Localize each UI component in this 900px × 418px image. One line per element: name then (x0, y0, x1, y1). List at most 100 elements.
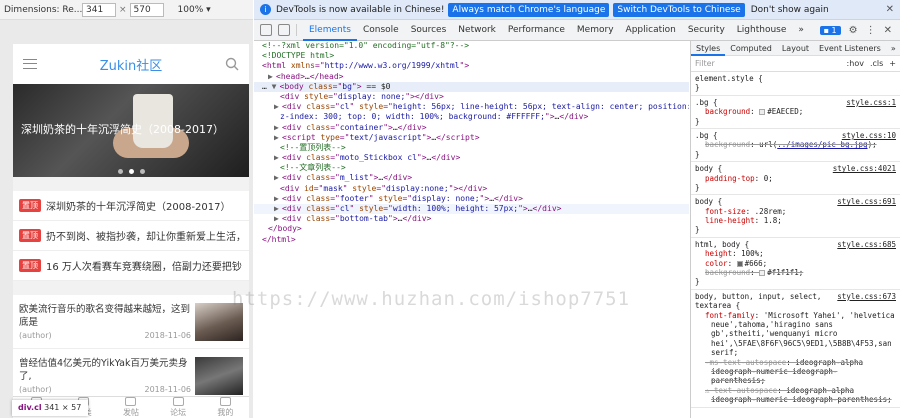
close-icon[interactable]: ✕ (886, 4, 894, 15)
tab-label: 发帖 (122, 408, 139, 417)
tab-application[interactable]: Application (620, 20, 682, 41)
article-item[interactable]: 欧美流行音乐的歌名变得越来越短，这到底是 (author) 2018-11-06 (13, 295, 249, 349)
dom-node[interactable]: ▶ <div class="footer" style="display: non… (254, 194, 689, 204)
dom-node[interactable]: <!DOCTYPE html> (254, 51, 689, 61)
zoom-select[interactable]: 100% ▾ (178, 5, 211, 15)
css-rule[interactable]: body, button, input, select, style.css:67… (691, 290, 900, 408)
css-rule[interactable]: body {style.css:4021 padding-top: 0; } (691, 162, 900, 196)
dom-node[interactable]: <div style="display: none;"></div> (254, 92, 689, 102)
dont-show-again-button[interactable]: Don't show again (751, 5, 829, 15)
more-tabs-icon[interactable]: » (886, 41, 900, 56)
tab-computed[interactable]: Computed (725, 41, 777, 56)
tab-sources[interactable]: Sources (405, 20, 453, 41)
carousel-dot[interactable] (139, 169, 145, 174)
banner-slide[interactable]: 深圳奶茶的十年沉浮简史（2008-2017） (13, 84, 249, 177)
inspect-element-icon[interactable] (260, 24, 272, 36)
css-rule-element-style[interactable]: element.style { } (691, 72, 900, 96)
expand-triangle-icon: ▶ (274, 204, 279, 213)
dom-node[interactable]: </body> (254, 224, 689, 234)
article-title: 曾经估值4亿美元的YikYak百万美元卖身了, (19, 358, 188, 382)
dom-node[interactable]: ▶ <script type="text/javascript">…</scrip… (254, 133, 689, 143)
add-rule-icon[interactable]: + (889, 59, 896, 68)
close-devtools-icon[interactable]: ✕ (884, 25, 892, 36)
dom-node[interactable]: <!--置顶列表--> (254, 143, 689, 153)
css-rule[interactable]: .bg {style.css:1 background: #EAECED; } (691, 96, 900, 129)
dom-node[interactable]: <!--文章列表--> (254, 163, 689, 173)
dom-node[interactable]: ▶ <div class="cl" style="height: 56px; li… (254, 102, 689, 112)
carousel-dots (13, 169, 249, 174)
switch-to-chinese-button[interactable]: Switch DevTools to Chinese (613, 2, 745, 17)
css-rule[interactable]: html, body {style.css:685 height: 100%; … (691, 238, 900, 290)
sticky-title: 扔不到岗、被指抄袭，却让你重新爱上生活， (46, 232, 243, 243)
tab-layout[interactable]: Layout (777, 41, 814, 56)
tab-console[interactable]: Console (357, 20, 405, 41)
dom-node-hovered[interactable]: ▶ <div class="cl" style="width: 100%; hei… (254, 204, 689, 215)
expand-triangle-icon: ▶ (274, 173, 279, 183)
sticky-item[interactable]: 置顶 扔不到岗、被指抄袭，却让你重新爱上生活， (13, 221, 249, 251)
page-header: Zukin社区 (13, 44, 249, 84)
always-match-language-button[interactable]: Always match Chrome's language (448, 2, 610, 17)
device-toolbar-icon[interactable] (278, 24, 290, 36)
sticky-item[interactable]: 置顶 深圳奶茶的十年沉浮简史（2008-2017） (13, 191, 249, 221)
tab-me[interactable]: 我的 (217, 397, 233, 418)
gear-icon[interactable]: ⚙ (849, 25, 858, 36)
expand-triangle-icon: ▶ (274, 214, 279, 224)
dom-node-selected[interactable]: … ▼ <body class="bg"> == $0 (254, 81, 689, 92)
styles-filter-bar: Filter :hov .cls + (691, 56, 900, 72)
dom-node[interactable]: <div id="mask" style="display:none;"></d… (254, 184, 689, 194)
dom-node[interactable]: <!--?xml version="1.0" encoding="utf-8"?… (254, 41, 689, 51)
banner-image-cup (133, 94, 173, 148)
class-toggle[interactable]: .cls (870, 59, 883, 68)
expand-triangle-icon: ▶ (274, 153, 279, 163)
tab-forum[interactable]: 论坛 (170, 397, 186, 418)
sticky-item[interactable]: 置顶 16 万人次看赛车竞赛绕圈，倍副力还要把钞 (13, 251, 249, 281)
tab-memory[interactable]: Memory (571, 20, 620, 41)
styles-filter-input[interactable]: Filter (695, 59, 841, 68)
tab-network[interactable]: Network (452, 20, 502, 41)
article-item[interactable]: 曾经估值4亿美元的YikYak百万美元卖身了, (author) 2018-11… (13, 349, 249, 403)
times-icon: × (119, 4, 127, 15)
tab-label: 我的 (217, 408, 234, 417)
carousel-dot[interactable] (117, 169, 123, 174)
tab-styles[interactable]: Styles (691, 41, 726, 56)
css-rule[interactable]: .bg {style.css:10 background: url(../ima… (691, 129, 900, 163)
article-meta: (author) 2018-11-06 (19, 331, 191, 340)
expand-triangle-icon: ▶ (268, 71, 273, 81)
devtools-tab-bar: Elements Console Sources Network Perform… (254, 20, 900, 41)
divider (296, 24, 297, 36)
expand-triangle-icon: ▶ (274, 132, 279, 142)
messages-badge[interactable]: ▪ 1 (819, 25, 841, 35)
elements-dom-tree[interactable]: <!--?xml version="1.0" encoding="utf-8"?… (254, 41, 689, 418)
tab-elements[interactable]: Elements (303, 20, 357, 41)
dom-node[interactable]: ▶ <div class="container">…</div> (254, 123, 689, 133)
dom-node[interactable]: ▶ <div class="moto_Stickbox cl">…</div> (254, 153, 689, 163)
article-meta: (author) 2018-11-06 (19, 385, 191, 394)
height-input[interactable]: 570 (129, 2, 164, 17)
search-icon[interactable] (225, 57, 239, 71)
post-icon (125, 397, 137, 406)
css-rule[interactable]: body {style.css:691 font-size: .28rem; l… (691, 195, 900, 238)
hover-state-toggle[interactable]: :hov (847, 59, 864, 68)
sticky-badge: 置顶 (19, 229, 41, 242)
dom-node[interactable]: <html xmlns="http://www.w3.org/1999/xhtm… (254, 61, 689, 71)
menu-icon[interactable] (23, 59, 37, 69)
watermark: https://www.huzhan.com/ishop7751 (232, 288, 631, 310)
tab-performance[interactable]: Performance (502, 20, 571, 41)
kebab-menu-icon[interactable]: ⋮ (866, 25, 876, 36)
styles-subtabs: Styles Computed Layout Event Listeners » (691, 41, 900, 56)
more-tabs-icon[interactable]: » (792, 20, 810, 41)
article-date: 2018-11-06 (144, 385, 192, 394)
dom-node[interactable]: z-index: 300; top: 0; width: 100%; backg… (254, 112, 689, 122)
tab-security[interactable]: Security (682, 20, 731, 41)
info-icon: i (260, 4, 271, 15)
dom-node[interactable]: </html> (254, 235, 689, 245)
tab-post[interactable]: 发帖 (123, 397, 139, 418)
dom-node[interactable]: ▶ <head>…</head> (254, 72, 689, 82)
tab-lighthouse[interactable]: Lighthouse (731, 20, 793, 41)
dom-node[interactable]: ▶ <div class="bottom-tab">…</div> (254, 214, 689, 224)
dimensions-select[interactable]: Dimensions: Re... (0, 5, 82, 15)
dom-node[interactable]: ▶ <div class="m_list">…</div> (254, 173, 689, 183)
width-input[interactable]: 341 (82, 2, 116, 17)
tab-event-listeners[interactable]: Event Listeners (814, 41, 886, 56)
carousel-dot-active[interactable] (128, 169, 134, 174)
